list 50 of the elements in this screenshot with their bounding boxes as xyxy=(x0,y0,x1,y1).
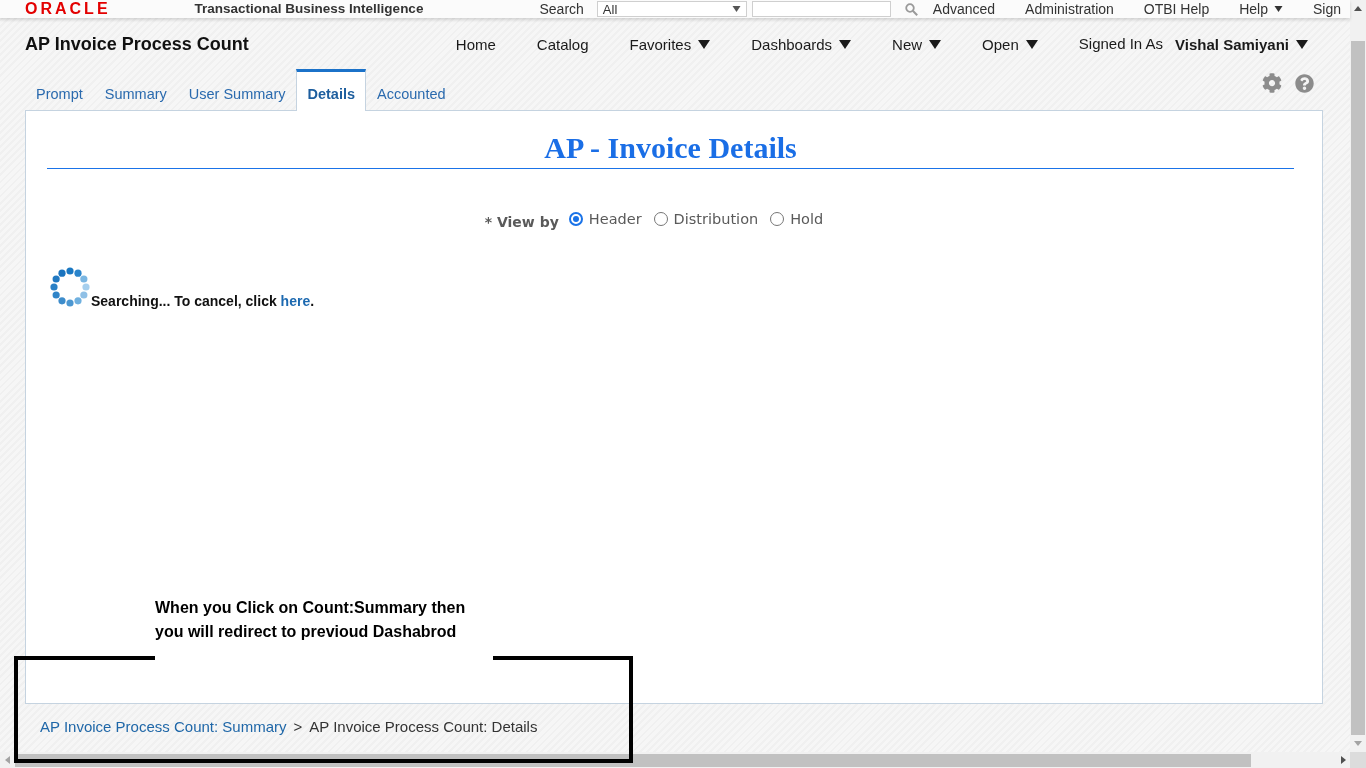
dashboard-title: AP Invoice Process Count xyxy=(25,34,249,55)
search-label: Search xyxy=(539,0,584,18)
loading-message: Searching... To cancel, click here. xyxy=(91,293,315,309)
view-by-option[interactable]: Distribution xyxy=(653,211,759,227)
search-field[interactable] xyxy=(751,1,891,17)
nav-menu[interactable]: Open xyxy=(982,36,1038,53)
product-name: Transactional Business Intelligence xyxy=(194,0,424,18)
tab[interactable]: Details xyxy=(296,69,367,111)
tab[interactable]: User Summary xyxy=(177,69,297,111)
scroll-left-arrow-icon[interactable] xyxy=(4,756,10,764)
scrollbar-corner xyxy=(1350,752,1366,768)
breadcrumb-separator: > xyxy=(293,717,303,735)
logo: ORACLE xyxy=(25,0,111,18)
search-icon[interactable] xyxy=(904,2,918,16)
top-link[interactable]: Sign xyxy=(1312,0,1341,18)
nav-menu[interactable]: Favorites xyxy=(629,36,711,53)
top-link[interactable]: Help xyxy=(1239,0,1283,18)
caret-down-icon xyxy=(731,6,741,12)
top-link[interactable]: OTBI Help xyxy=(1143,0,1210,18)
top-link[interactable]: Advanced xyxy=(932,0,996,18)
nav-link[interactable]: Catalog xyxy=(536,36,589,53)
search-scope-select[interactable]: All xyxy=(596,1,747,17)
nav-menu[interactable]: Dashboards xyxy=(751,36,852,53)
scroll-right-arrow-icon[interactable] xyxy=(1340,756,1346,764)
view-by-option[interactable]: Header xyxy=(568,211,642,227)
loading-spinner-icon xyxy=(50,267,90,307)
help-icon[interactable] xyxy=(1295,73,1314,93)
report-title: AP - Invoice Details xyxy=(544,131,797,165)
radio-icon[interactable] xyxy=(568,212,583,226)
radio-icon[interactable] xyxy=(770,212,785,226)
radio-icon[interactable] xyxy=(653,212,668,226)
tab[interactable]: Summary xyxy=(93,69,178,111)
user-menu[interactable]: Vishal Samiyani xyxy=(1175,36,1308,53)
view-by-label: * View by xyxy=(484,214,559,230)
scrollbar-thumb[interactable] xyxy=(1351,41,1365,735)
tab[interactable]: Prompt xyxy=(25,69,94,111)
vertical-scrollbar[interactable] xyxy=(1350,0,1366,752)
view-by-option[interactable]: Hold xyxy=(770,211,824,227)
scroll-up-arrow-icon[interactable] xyxy=(1354,6,1362,11)
cancel-link[interactable]: here xyxy=(280,293,311,309)
settings-icon[interactable] xyxy=(1262,73,1282,93)
tab[interactable]: Accounted xyxy=(366,69,457,111)
signed-in-label: Signed In As xyxy=(1078,34,1164,52)
top-link[interactable]: Administration xyxy=(1025,0,1114,18)
breadcrumb-current[interactable]: AP Invoice Process Count: Details xyxy=(309,717,538,735)
annotation-text: When you Click on Count:Summary then you will redirect to previoud Dashabrod xyxy=(155,598,466,642)
breadcrumb-link[interactable]: AP Invoice Process Count: Summary xyxy=(40,717,287,735)
nav-menu[interactable]: New xyxy=(892,36,942,53)
nav-link[interactable]: Home xyxy=(455,36,496,53)
scroll-down-arrow-icon[interactable] xyxy=(1354,741,1362,746)
